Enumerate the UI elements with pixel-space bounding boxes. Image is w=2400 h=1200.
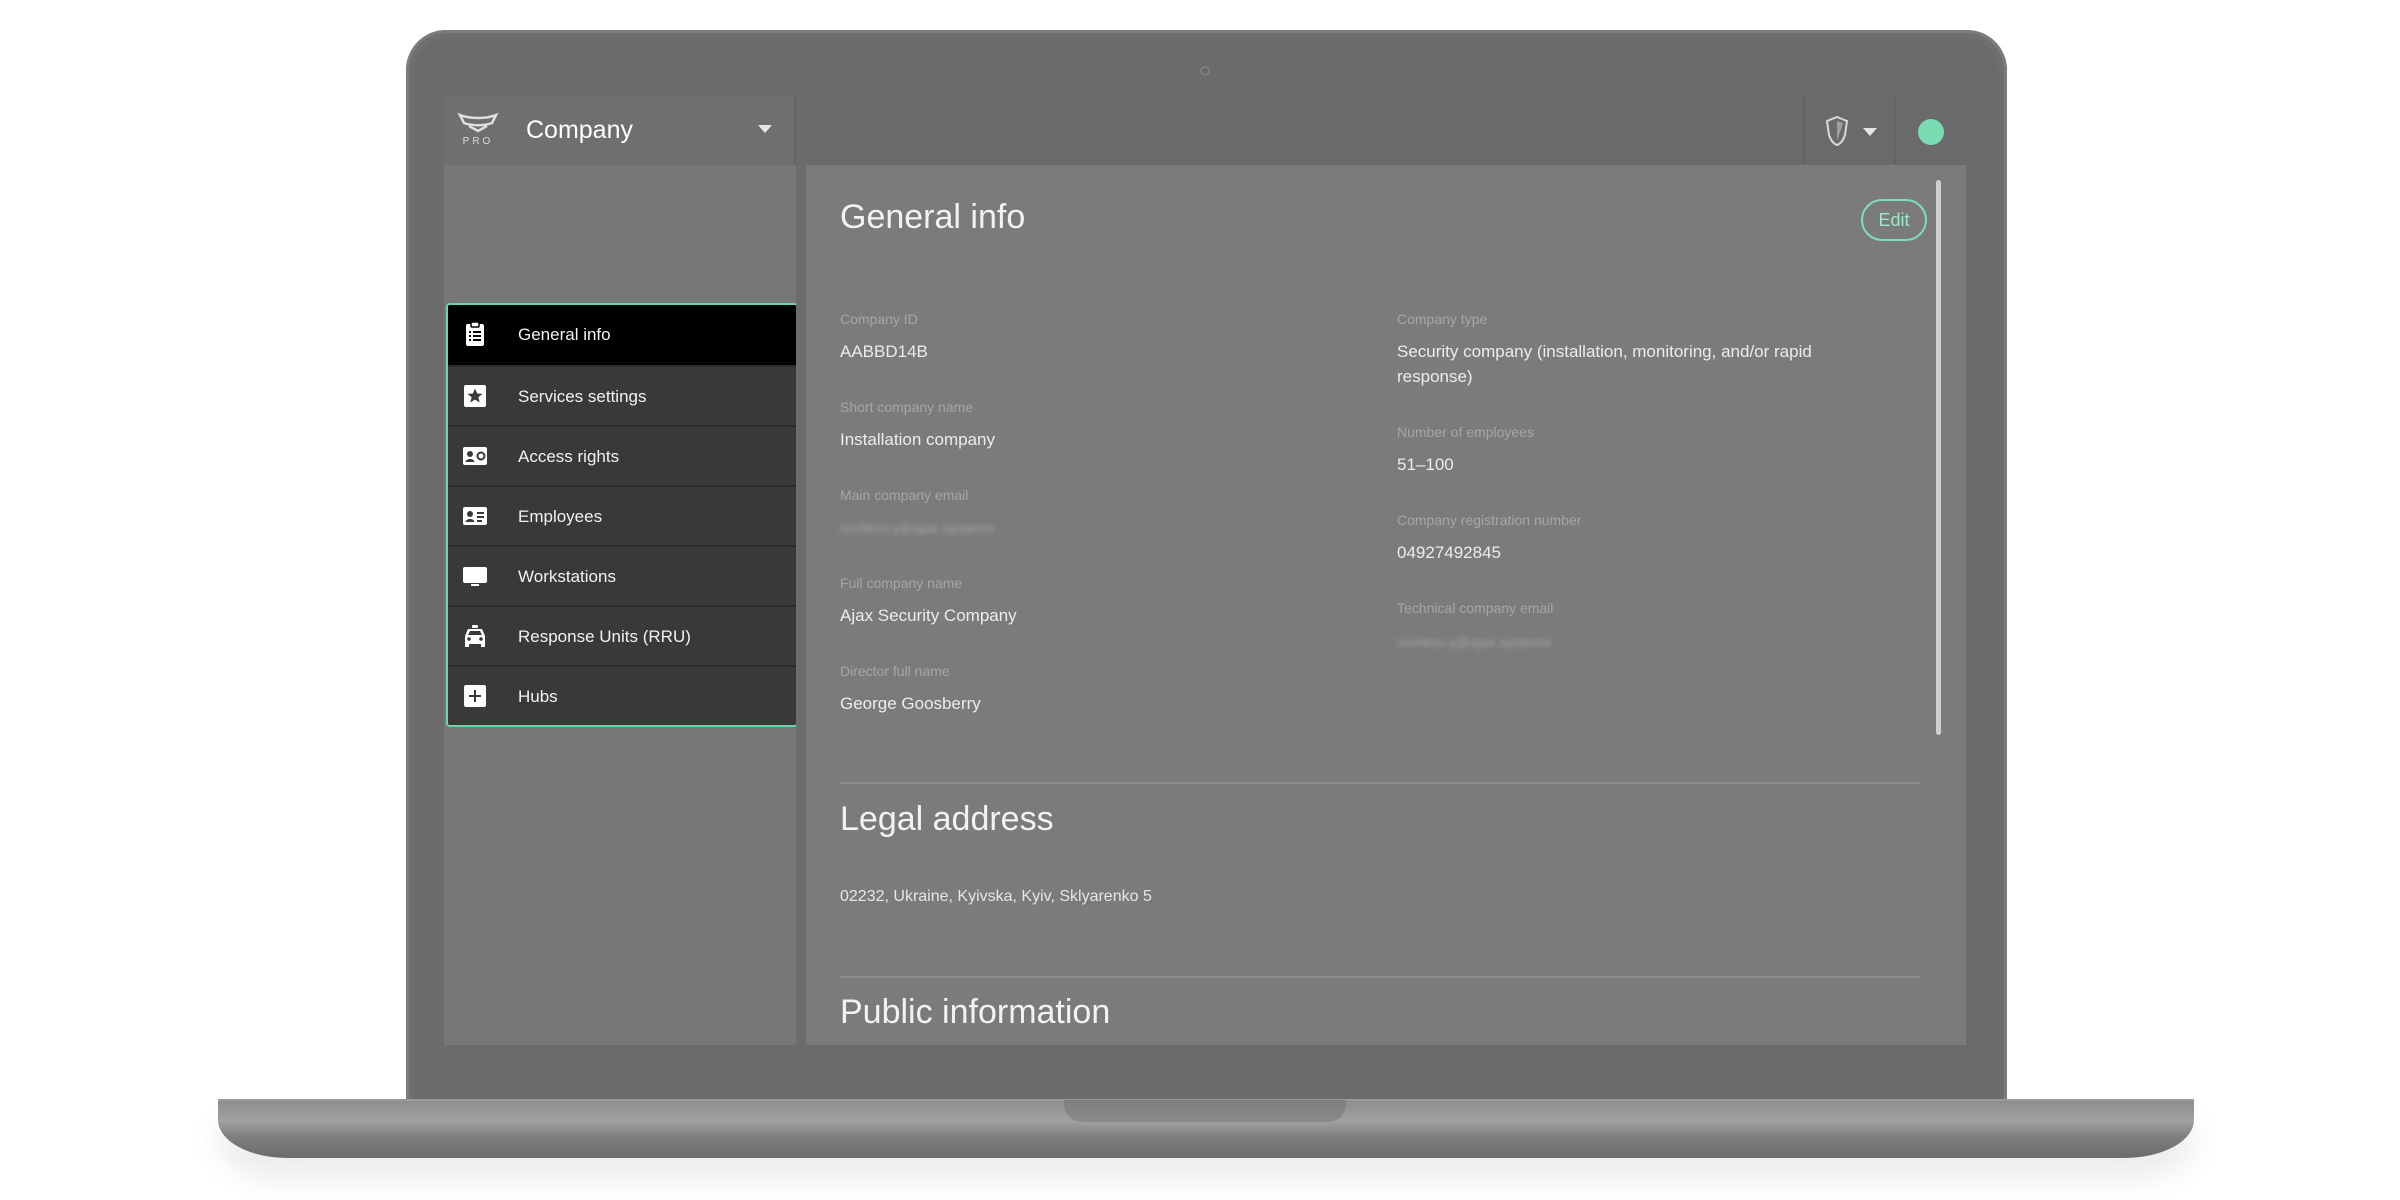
panel-separator	[796, 165, 806, 1045]
company-id-value: AABBD14B	[840, 342, 928, 361]
full-company-name-value: Ajax Security Company	[840, 606, 1017, 625]
general-info-title: General info	[840, 198, 1026, 236]
director-full-name-label: Director full name	[840, 663, 950, 679]
badge-icon	[463, 507, 487, 525]
chevron-down-icon[interactable]	[1863, 128, 1877, 136]
main-company-email-label: Main company email	[840, 487, 969, 503]
director-full-name-value: George Goosberry	[840, 694, 981, 713]
sidebar-item-general-info[interactable]: General info	[448, 305, 796, 365]
sidebar-item-hubs[interactable]: Hubs	[448, 665, 796, 725]
logo-text: PRO	[462, 136, 494, 147]
company-title: Company	[526, 116, 633, 144]
monitor-icon	[463, 567, 487, 586]
number-of-employees-label: Number of employees	[1397, 424, 1534, 440]
registration-number-value: 04927492845	[1397, 543, 1502, 562]
laptop-notch	[1064, 1100, 1346, 1122]
company-type-value: Security company (installation, monitori…	[1397, 342, 1812, 386]
sidebar-item-label: Hubs	[518, 687, 558, 706]
registration-number-label: Company registration number	[1397, 512, 1582, 528]
logo-icon	[457, 112, 499, 133]
top-bar: PRO Company	[444, 95, 1966, 165]
sidebar-item-label: Access rights	[518, 447, 620, 466]
sidebar-item-response-units[interactable]: Response Units (RRU)	[448, 605, 796, 665]
public-information-title: Public information	[840, 993, 1111, 1031]
scrollbar[interactable]	[1936, 180, 1941, 735]
company-type-label: Company type	[1397, 311, 1488, 327]
shield-icon[interactable]	[1824, 115, 1850, 147]
ajax-logo: PRO	[456, 111, 500, 151]
sidebar-item-employees[interactable]: Employees	[448, 485, 796, 545]
topbar-divider	[1894, 95, 1896, 165]
sidebar-item-label: General info	[518, 325, 611, 344]
technical-email-value: rochkov.y@ajax.systems	[1397, 634, 1551, 650]
short-company-name-label: Short company name	[840, 399, 974, 415]
section-divider	[840, 782, 1920, 784]
company-id-label: Company ID	[840, 311, 918, 327]
short-company-name-value: Installation company	[840, 430, 995, 449]
legal-address-value: 02232, Ukraine, Kyivska, Kyiv, Sklyarenk…	[840, 888, 1152, 905]
main-company-email-value: rochkov.y@ajax.systems	[840, 520, 994, 536]
company-selector[interactable]: PRO Company	[444, 95, 796, 165]
sidebar: General info Services settings Access ri…	[444, 165, 798, 1045]
edit-button[interactable]: Edit	[1861, 199, 1927, 241]
sidebar-item-workstations[interactable]: Workstations	[448, 545, 796, 605]
sidebar-item-label: Employees	[518, 507, 603, 526]
clipboard-icon	[466, 321, 484, 346]
camera-icon	[1200, 66, 1210, 76]
sidebar-item-label: Response Units (RRU)	[518, 627, 691, 646]
connection-status-indicator	[1918, 119, 1944, 145]
sidebar-item-label: Services settings	[518, 387, 647, 406]
sidebar-item-services-settings[interactable]: Services settings	[448, 365, 796, 425]
section-divider	[840, 976, 1920, 978]
legal-address-title: Legal address	[840, 800, 1054, 838]
sidebar-item-label: Workstations	[518, 567, 616, 586]
chevron-down-icon	[758, 125, 772, 133]
full-company-name-label: Full company name	[840, 575, 963, 591]
star-icon	[464, 385, 486, 407]
sidebar-item-access-rights[interactable]: Access rights	[448, 425, 796, 485]
topbar-divider	[1803, 95, 1805, 165]
sidebar-menu: General info Services settings Access ri…	[446, 303, 798, 727]
car-icon	[465, 625, 485, 647]
id-card-icon	[463, 447, 487, 465]
technical-email-label: Technical company email	[1397, 600, 1554, 616]
number-of-employees-value: 51–100	[1397, 455, 1454, 474]
plus-icon	[464, 685, 486, 707]
app-screen: PRO Company General info Services settin…	[444, 95, 1966, 1045]
